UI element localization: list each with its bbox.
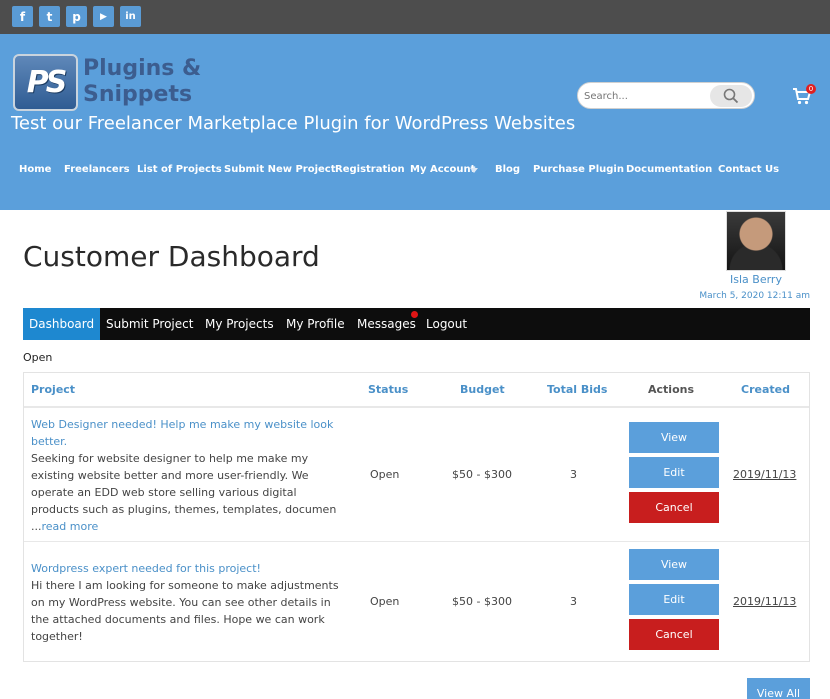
project-total-bids: 3 [570, 595, 577, 608]
nav-my-account[interactable]: My Account [410, 164, 475, 175]
column-header-status: Status [368, 383, 409, 396]
unread-messages-dot [411, 311, 418, 318]
project-title-link[interactable]: Wordpress expert needed for this project… [31, 560, 261, 577]
cancel-button[interactable]: Cancel [629, 492, 719, 523]
description-line: Hi there I am looking for someone to mak… [31, 579, 339, 592]
status-filter[interactable]: Open [23, 351, 52, 364]
logo-line-2: Snippets [83, 82, 193, 107]
project-title-line: better. [31, 435, 68, 448]
user-login-date: March 5, 2020 12:11 am [699, 291, 810, 301]
search-input[interactable] [584, 87, 704, 105]
dashboard-tabs: Dashboard Submit Project My Projects My … [23, 308, 810, 340]
social-bar: f t p ▶ in [0, 0, 830, 34]
project-title-line: Web Designer needed! Help me make my web… [31, 418, 334, 431]
project-status: Open [370, 468, 400, 481]
twitter-icon[interactable]: t [39, 6, 60, 27]
search-button[interactable] [710, 85, 752, 107]
project-status: Open [370, 595, 400, 608]
nav-registration[interactable]: Registration [335, 164, 405, 175]
project-description: Hi there I am looking for someone to mak… [31, 577, 339, 645]
project-created-date[interactable]: 2019/11/13 [733, 468, 796, 481]
edit-button[interactable]: Edit [629, 457, 719, 488]
page-title: Customer Dashboard [23, 240, 320, 273]
description-line: the attached documents and files. Hope w… [31, 613, 325, 626]
description-line: products such as plugins, themes, templa… [31, 503, 337, 516]
description-line: on my WordPress website. You can see oth… [31, 596, 331, 609]
project-title-line: Wordpress expert needed for this project… [31, 562, 261, 575]
tab-my-projects[interactable]: My Projects [199, 308, 280, 340]
project-created-date[interactable]: 2019/11/13 [733, 595, 796, 608]
project-title-link[interactable]: Web Designer needed! Help me make my web… [31, 416, 333, 450]
row-divider [24, 541, 809, 542]
view-button[interactable]: View [629, 549, 719, 580]
user-avatar[interactable] [726, 211, 786, 271]
edit-button[interactable]: Edit [629, 584, 719, 615]
project-budget: $50 - $300 [452, 468, 512, 481]
project-budget: $50 - $300 [452, 595, 512, 608]
facebook-icon[interactable]: f [12, 6, 33, 27]
nav-home[interactable]: Home [19, 164, 51, 175]
view-all-button[interactable]: View All [747, 678, 810, 699]
site-header: PS Plugins & Snippets Test our Freelance… [0, 34, 830, 210]
header-divider [24, 406, 809, 408]
nav-contact-us[interactable]: Contact Us [718, 164, 779, 175]
youtube-icon[interactable]: ▶ [93, 6, 114, 27]
nav-purchase-plugin[interactable]: Purchase Plugin [533, 164, 624, 175]
site-tagline: Test our Freelancer Marketplace Plugin f… [11, 113, 576, 134]
nav-freelancers[interactable]: Freelancers [64, 164, 130, 175]
nav-blog[interactable]: Blog [495, 164, 520, 175]
logo-mark[interactable]: PS [13, 54, 78, 111]
column-header-project: Project [31, 383, 76, 396]
tab-submit-project[interactable]: Submit Project [100, 308, 199, 340]
read-more-link[interactable]: read more [42, 520, 99, 533]
column-header-budget: Budget [460, 383, 505, 396]
view-button[interactable]: View [629, 422, 719, 453]
cart-count-badge: 0 [806, 84, 816, 94]
description-line: operate an EDD web store selling various… [31, 486, 297, 499]
nav-list-of-projects[interactable]: List of Projects [137, 164, 222, 175]
nav-documentation[interactable]: Documentation [626, 164, 712, 175]
cancel-button[interactable]: Cancel [629, 619, 719, 650]
logo-line-1: Plugins & [83, 56, 202, 81]
projects-table: Project Status Budget Total Bids Actions… [23, 372, 810, 662]
search-icon [723, 88, 739, 104]
ellipsis: ... [31, 520, 42, 533]
tab-logout[interactable]: Logout [420, 308, 473, 340]
main-nav: Home Freelancers List of Projects Submit… [0, 164, 830, 178]
column-header-actions: Actions [648, 383, 694, 396]
logo-text[interactable]: Plugins & Snippets [83, 56, 201, 108]
column-header-created: Created [741, 383, 790, 396]
project-description: Seeking for website designer to help me … [31, 450, 336, 535]
nav-submit-new-project[interactable]: Submit New Project [224, 164, 336, 175]
description-line: together! [31, 630, 83, 643]
description-line: existing website better and more user-fr… [31, 469, 309, 482]
linkedin-icon[interactable]: in [120, 6, 141, 27]
project-total-bids: 3 [570, 468, 577, 481]
tab-dashboard[interactable]: Dashboard [23, 308, 100, 340]
pinterest-icon[interactable]: p [66, 6, 87, 27]
logo-mark-text: PS [26, 65, 68, 100]
description-line: Seeking for website designer to help me … [31, 452, 309, 465]
chevron-down-icon[interactable] [470, 168, 478, 174]
user-name[interactable]: Isla Berry [706, 273, 806, 286]
column-header-total-bids: Total Bids [547, 383, 608, 396]
tab-my-profile[interactable]: My Profile [280, 308, 351, 340]
search-box [577, 82, 755, 109]
